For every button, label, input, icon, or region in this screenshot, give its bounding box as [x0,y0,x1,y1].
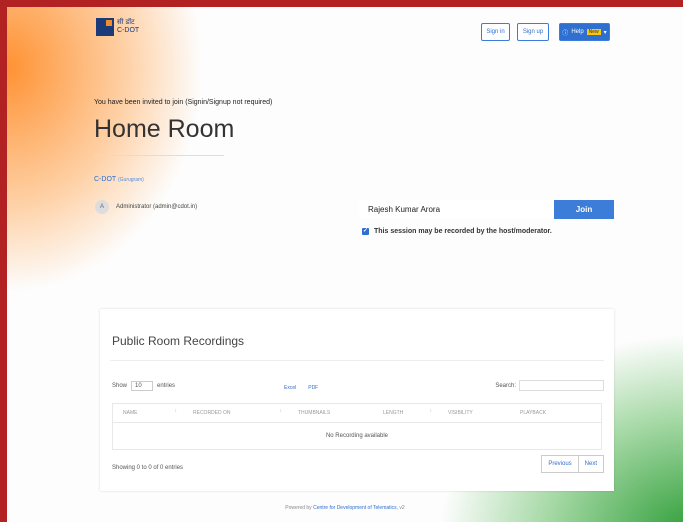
export-buttons: Excel PDF [284,385,318,391]
column-playback[interactable]: PLAYBACK [510,410,601,416]
sort-icon: ↕ [429,408,433,414]
column-thumbnails[interactable]: THUMBNAILS [288,410,373,416]
entries-select[interactable]: 10 [131,381,154,391]
join-name-input[interactable] [359,200,554,219]
join-button[interactable]: Join [554,200,614,219]
org-location: (Gurugram) [118,177,144,183]
table-header: NAME ↕ RECORDED ON ↕ THUMBNAILS LENGTH ↕ VI… [112,403,602,423]
room-owner: A Administrator (admin@cdot.in) [95,200,197,214]
sign-in-button[interactable]: Sign in [481,23,510,41]
org-name: C-DOT [94,176,117,183]
recording-consent-label: This session may be recorded by the host… [374,228,552,235]
owner-label: Administrator (admin@cdot.in) [116,204,198,210]
table-info: Showing 0 to 0 of 0 entries [112,465,184,471]
help-circle-icon: ⓘ [562,30,569,37]
search-label: Search: [495,382,516,389]
sign-up-button[interactable]: Sign up [517,23,549,41]
caret-down-icon: ▾ [603,29,607,36]
next-page-button[interactable]: Next [578,455,604,473]
recordings-divider [110,360,604,361]
entries-length-control: Show 10 entries [112,381,175,391]
recording-consent[interactable]: ✓ This session may be recorded by the ho… [362,228,552,235]
new-badge: New [586,29,601,35]
column-name[interactable]: NAME ↕ [113,408,183,416]
room-title: Home Room [94,115,235,143]
help-label: Help [571,29,584,35]
room-owner-org: C-DOT (Gurugram) [94,176,144,183]
cdot-logo-icon [96,18,114,36]
entries-label: entries [157,383,176,389]
pagination: Previous Next [541,455,604,473]
export-excel-button[interactable]: Excel [284,385,296,391]
recording-consent-checkbox[interactable]: ✓ [362,228,369,235]
footer-link[interactable]: Centre for Development of Telematics [313,505,397,511]
help-button[interactable]: ⓘ Help New ▾ [559,23,610,41]
empty-table-row: No Recording available [112,423,602,450]
recordings-table: NAME ↕ RECORDED ON ↕ THUMBNAILS LENGTH ↕ VI… [112,403,602,450]
invite-text: You have been invited to join (Signin/Si… [94,99,273,106]
show-label: Show [112,383,128,389]
avatar: A [95,200,109,214]
sort-icon: ↕ [174,408,178,414]
previous-page-button[interactable]: Previous [541,455,579,473]
column-length[interactable]: LENGTH ↕ [373,408,438,416]
column-visibility[interactable]: VISIBILITY [438,410,510,416]
recordings-title: Public Room Recordings [112,334,245,348]
table-search: Search: [495,380,604,391]
footer: Powered by Centre for Development of Tel… [285,505,405,511]
cdot-logo[interactable]: सी डॉट C-DOT [96,18,139,36]
column-recorded-on[interactable]: RECORDED ON ↕ [183,408,288,416]
title-divider [94,155,224,156]
search-input[interactable] [519,380,604,391]
sort-icon: ↕ [279,408,283,414]
export-pdf-button[interactable]: PDF [308,385,318,391]
recordings-panel: Public Room Recordings Show 10 entries E… [100,309,614,491]
page: सी डॉट C-DOT Sign in Sign up ⓘ Help New … [7,7,683,522]
logo-hindi-text: सी डॉट [117,19,135,26]
logo-english-text: C-DOT [117,27,140,34]
